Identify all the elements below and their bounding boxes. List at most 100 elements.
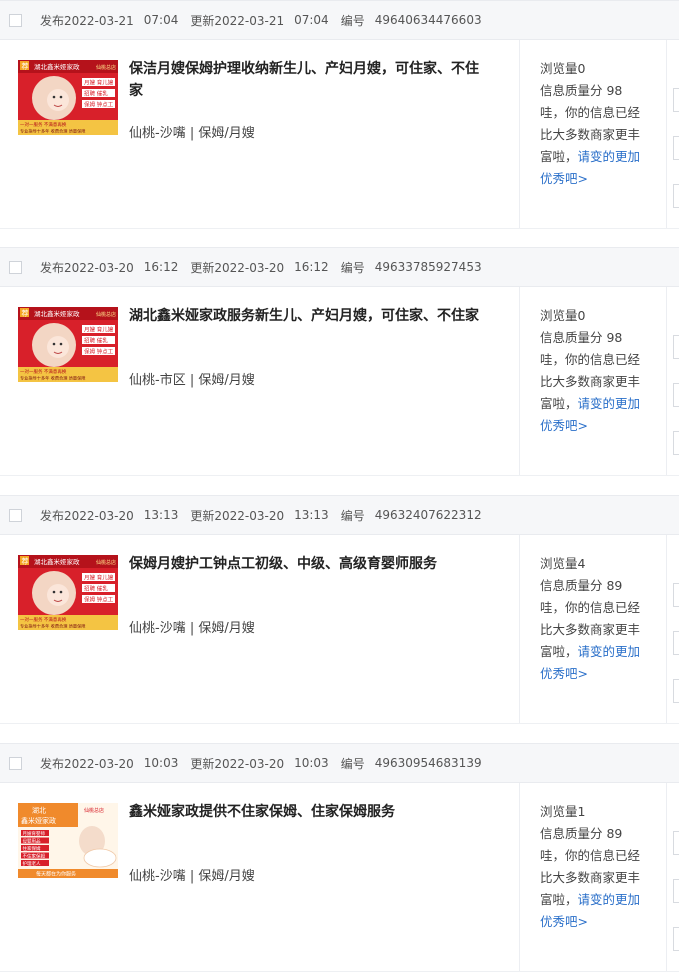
update-time: 07:04: [294, 13, 329, 27]
listing-thumbnail[interactable]: 荐 湖北鑫米娅家政 仙桃总店 月嫂 育儿嫂 招聘 催乳 保姆 钟点工 一对一服务…: [18, 555, 118, 630]
listing-id: 49630954683139: [374, 756, 482, 770]
thumb-service-1: 招聘 催乳: [84, 90, 108, 98]
view-count: 浏览量0: [540, 308, 586, 323]
listing-location: 仙桃-沙嘴 | 保姆/月嫂: [129, 869, 255, 884]
listing-stats: 浏览量4 信息质量分 89 哇，你的信息已经比大多数商家更丰富啦，请变的更加优秀…: [540, 553, 650, 685]
publish-date: 发布2022-03-20: [40, 260, 134, 275]
listing-card: 发布2022-03-20 16:12 更新2022-03-20 16:12 编号…: [0, 247, 679, 476]
update-time: 16:12: [294, 260, 329, 274]
listing-id: 49640634476603: [374, 13, 482, 27]
quality-score: 信息质量分 98: [540, 83, 623, 98]
listing-title[interactable]: 保洁月嫂保姆护理收纳新生儿、产妇月嫂，可住家、不住家: [129, 58, 489, 102]
id-label: 编号: [340, 13, 365, 28]
listing-id: 49633785927453: [374, 260, 482, 274]
publish-date: 发布2022-03-20: [40, 756, 134, 771]
listing-thumbnail[interactable]: 荐 湖北鑫米娅家政 仙桃总店 月嫂 育儿嫂 招聘 催乳 保姆 钟点工 一对一服务…: [18, 60, 118, 135]
thumb-service-4: 护理老人: [23, 860, 41, 867]
thumb-service-1: 招聘 催乳: [84, 585, 108, 593]
update-date: 更新2022-03-21: [190, 13, 285, 28]
thumbnail-image: 湖北 鑫米娅家政 仙桃总店 月嫂育婴师 母婴用品 住家保姆 不住家保姆 护理老人…: [18, 803, 118, 878]
listing-body: 荐 湖北鑫米娅家政 仙桃总店 月嫂 育儿嫂 招聘 催乳 保姆 钟点工 一对一服务…: [0, 535, 679, 724]
listing-stats: 浏览量0 信息质量分 98 哇，你的信息已经比大多数商家更丰富啦，请变的更加优秀…: [540, 305, 650, 437]
thumbnail-image: 荐 湖北鑫米娅家政 仙桃总店 月嫂 育儿嫂 招聘 催乳 保姆 钟点工 一对一服务…: [18, 307, 118, 382]
listing-title[interactable]: 保姆月嫂护工钟点工初级、中级、高级育婴师服务: [129, 553, 489, 575]
listing-location: 仙桃-沙嘴 | 保姆/月嫂: [129, 621, 255, 636]
publish-time: 07:04: [143, 13, 179, 27]
thumb-tag: 仙桃总店: [96, 311, 116, 318]
column-divider: [519, 783, 520, 971]
thumb-footer: 专业指导十多年 收费合理 质量保障: [20, 128, 85, 135]
thumb-slogan: 一对一服务 不满意再换: [20, 368, 67, 375]
view-count: 浏览量1: [540, 804, 586, 819]
thumb-footer: 专业指导十多年 收费合理 质量保障: [20, 623, 85, 630]
id-label: 编号: [340, 756, 365, 771]
select-checkbox[interactable]: [9, 756, 22, 770]
listing-thumbnail[interactable]: 荐 湖北鑫米娅家政 仙桃总店 月嫂 育儿嫂 招聘 催乳 保姆 钟点工 一对一服务…: [18, 307, 118, 382]
action-button-edge[interactable]: [673, 431, 679, 455]
thumb-service-1: 招聘 催乳: [84, 337, 108, 345]
action-button-edge[interactable]: [673, 88, 679, 112]
thumb-service-3: 不住家保姆: [23, 852, 46, 859]
update-time: 13:13: [294, 508, 329, 522]
quality-score: 信息质量分 89: [540, 826, 623, 841]
action-button-edge[interactable]: [673, 631, 679, 655]
thumbnail-image: 荐 湖北鑫米娅家政 仙桃总店 月嫂 育儿嫂 招聘 催乳 保姆 钟点工 一对一服务…: [18, 555, 118, 630]
select-checkbox[interactable]: [9, 508, 22, 522]
update-time: 10:03: [294, 756, 329, 770]
action-button-edge[interactable]: [673, 879, 679, 903]
listing-body: 荐 湖北鑫米娅家政 仙桃总店 月嫂 育儿嫂 招聘 催乳 保姆 钟点工 一对一服务…: [0, 287, 679, 476]
listing-header: 发布2022-03-21 07:04 更新2022-03-21 07:04 编号…: [0, 0, 679, 40]
action-button-edge[interactable]: [673, 927, 679, 951]
listing-card: 发布2022-03-21 07:04 更新2022-03-21 07:04 编号…: [0, 0, 679, 229]
thumb-badge: 荐: [22, 62, 29, 71]
action-button-edge[interactable]: [673, 383, 679, 407]
thumb-service-2: 保姆 钟点工: [84, 348, 114, 356]
thumb-service-1: 母婴用品: [23, 838, 41, 844]
listing-body: 荐 湖北鑫米娅家政 仙桃总店 月嫂 育儿嫂 招聘 催乳 保姆 钟点工 一对一服务…: [0, 40, 679, 229]
action-button-edge[interactable]: [673, 831, 679, 855]
thumb-tag: 仙桃总店: [96, 64, 116, 71]
select-checkbox[interactable]: [9, 260, 22, 274]
listing-location: 仙桃-沙嘴 | 保姆/月嫂: [129, 126, 255, 141]
thumb-service-2: 住家保姆: [23, 845, 41, 852]
publish-time: 13:13: [143, 508, 179, 522]
listing-title[interactable]: 鑫米娅家政提供不住家保姆、住家保姆服务: [129, 801, 489, 823]
thumb-service-0: 月嫂育婴师: [23, 830, 46, 837]
thumb-slogan: 一对一服务 不满意再换: [20, 121, 67, 128]
publish-time: 16:12: [143, 260, 179, 274]
thumb-badge: 荐: [22, 557, 29, 566]
thumb-region: 湖北: [32, 806, 46, 815]
action-button-edge[interactable]: [673, 136, 679, 160]
thumb-brand: 湖北鑫米娅家政: [34, 557, 80, 566]
listing-thumbnail[interactable]: 湖北 鑫米娅家政 仙桃总店 月嫂育婴师 母婴用品 住家保姆 不住家保姆 护理老人…: [18, 803, 118, 878]
column-divider: [519, 535, 520, 723]
column-divider: [666, 783, 667, 971]
action-button-edge[interactable]: [673, 184, 679, 208]
thumb-slogan: 一对一服务 不满意再换: [20, 616, 67, 623]
column-divider: [666, 40, 667, 228]
quality-score: 信息质量分 89: [540, 578, 623, 593]
thumb-tag: 仙桃总店: [96, 559, 116, 566]
quality-score: 信息质量分 98: [540, 330, 623, 345]
thumb-brand: 湖北鑫米娅家政: [34, 309, 80, 318]
publish-time: 10:03: [143, 756, 179, 770]
listing-title[interactable]: 湖北鑫米娅家政服务新生儿、产妇月嫂，可住家、不住家: [129, 305, 489, 327]
action-button-edge[interactable]: [673, 583, 679, 607]
thumb-badge: 荐: [22, 309, 29, 318]
thumb-service-0: 月嫂 育儿嫂: [84, 326, 114, 334]
listing-stats: 浏览量1 信息质量分 89 哇，你的信息已经比大多数商家更丰富啦，请变的更加优秀…: [540, 801, 650, 933]
listing-id: 49632407622312: [374, 508, 482, 522]
view-count: 浏览量4: [540, 556, 586, 571]
thumbnail-image: 荐 湖北鑫米娅家政 仙桃总店 月嫂 育儿嫂 招聘 催乳 保姆 钟点工 一对一服务…: [18, 60, 118, 135]
select-checkbox[interactable]: [9, 13, 22, 27]
publish-date: 发布2022-03-20: [40, 508, 134, 523]
column-divider: [519, 287, 520, 475]
update-date: 更新2022-03-20: [190, 508, 285, 523]
action-button-edge[interactable]: [673, 679, 679, 703]
listing-stats: 浏览量0 信息质量分 98 哇，你的信息已经比大多数商家更丰富啦，请变的更加优秀…: [540, 58, 650, 190]
thumb-service-2: 保姆 钟点工: [84, 596, 114, 604]
listing-card: 发布2022-03-20 13:13 更新2022-03-20 13:13 编号…: [0, 495, 679, 724]
action-button-edge[interactable]: [673, 335, 679, 359]
thumb-tag: 仙桃总店: [84, 807, 104, 814]
thumb-service-0: 月嫂 育儿嫂: [84, 574, 114, 582]
